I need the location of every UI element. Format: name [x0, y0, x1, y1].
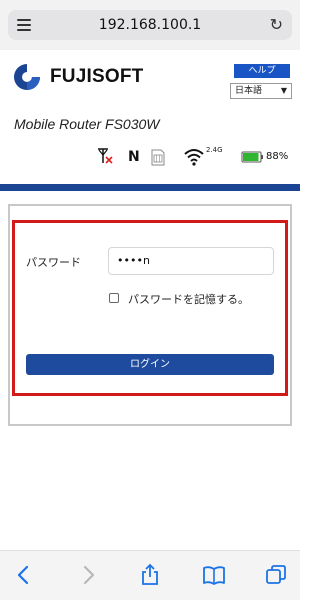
- tabs-icon[interactable]: [264, 563, 288, 587]
- language-selected-value: 日本語: [235, 86, 263, 96]
- browser-url-bar: 192.168.100.1 ↻: [0, 0, 300, 50]
- battery-percent: 88%: [266, 151, 289, 162]
- battery-icon: [241, 151, 263, 163]
- password-label: パスワード: [26, 256, 81, 269]
- browser-toolbar: [0, 550, 300, 600]
- url-text: 192.168.100.1: [98, 17, 202, 33]
- brand-name: FUJISOFT: [50, 66, 144, 87]
- bookmarks-icon[interactable]: [202, 563, 226, 587]
- back-icon[interactable]: [12, 563, 36, 587]
- share-icon[interactable]: [138, 563, 162, 587]
- wifi-band-label: 2.4G: [206, 146, 223, 154]
- help-button[interactable]: ヘルプ: [234, 64, 290, 78]
- fujisoft-logo-icon: [14, 64, 40, 90]
- password-input[interactable]: ••••n: [108, 247, 274, 275]
- sim-icon: [151, 149, 165, 166]
- login-button[interactable]: ログイン: [26, 354, 274, 375]
- forward-icon[interactable]: [76, 563, 100, 587]
- language-select[interactable]: 日本語 ▼: [230, 83, 292, 99]
- remember-password-label[interactable]: パスワードを記憶する。: [128, 291, 249, 307]
- antenna-no-signal-icon: [98, 148, 113, 164]
- wifi-icon: [184, 149, 204, 166]
- remember-password-checkbox[interactable]: [109, 293, 119, 303]
- header-divider: [0, 184, 300, 191]
- router-model-title: Mobile Router FS030W: [14, 116, 160, 132]
- address-field[interactable]: 192.168.100.1 ↻: [8, 10, 292, 40]
- reload-icon[interactable]: ↻: [270, 15, 283, 34]
- chevron-down-icon: ▼: [280, 86, 287, 95]
- network-mode-label: N: [128, 149, 140, 165]
